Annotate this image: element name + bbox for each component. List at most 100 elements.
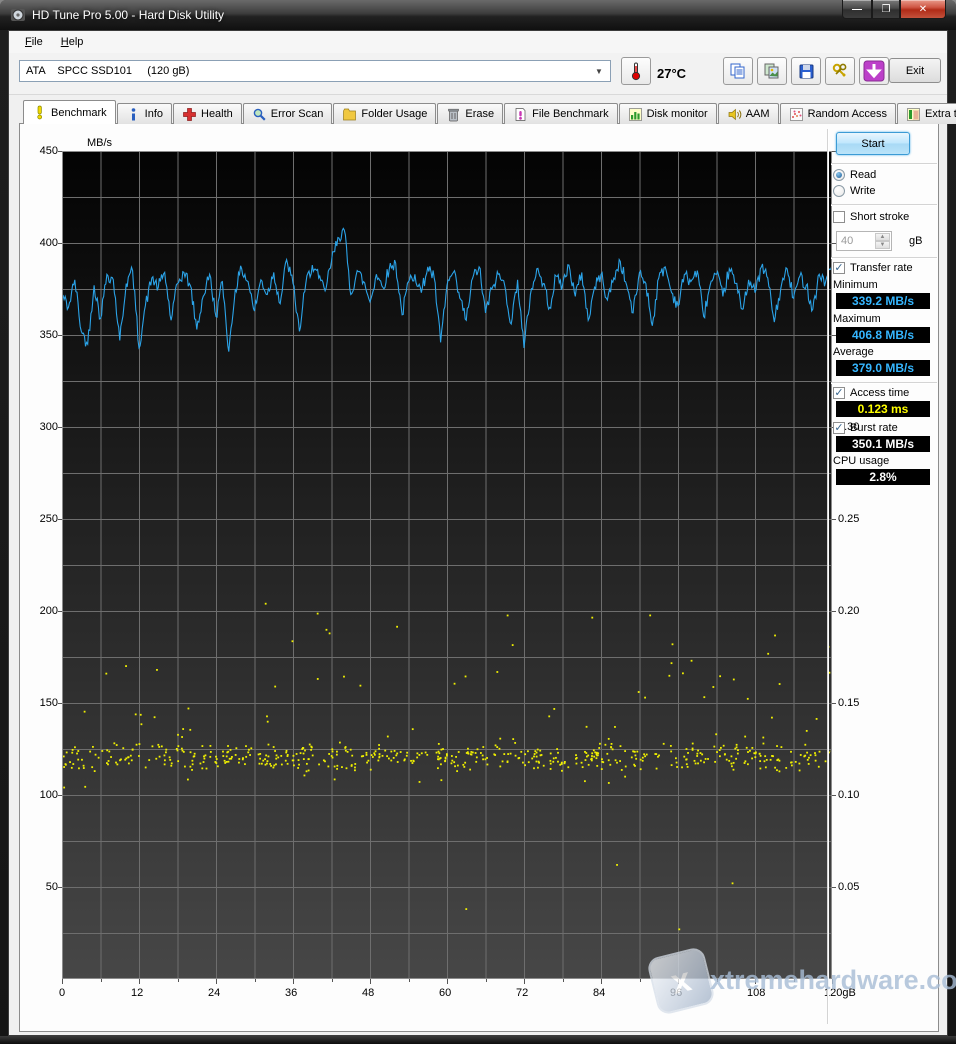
- update-button[interactable]: [859, 57, 889, 85]
- write-radio[interactable]: Write: [833, 185, 875, 197]
- folder-usage-icon: [342, 107, 357, 122]
- tab-folder-usage[interactable]: Folder Usage: [333, 103, 436, 124]
- tab-label: AAM: [746, 108, 770, 120]
- x-tick-label: 36: [285, 987, 297, 999]
- tab-aam[interactable]: AAM: [718, 103, 779, 124]
- watermark-text: xtremehardware.com: [710, 965, 956, 996]
- temperature-button[interactable]: [621, 57, 651, 85]
- burst-rate-checkbox[interactable]: ✓ Burst rate: [833, 422, 898, 434]
- axis-tick: [601, 979, 602, 984]
- menu-help[interactable]: Help: [53, 33, 92, 51]
- axis-tick: [370, 979, 371, 984]
- save-icon: [798, 63, 815, 80]
- axis-tick: [58, 887, 62, 888]
- y-left-tick-label: 400: [34, 237, 58, 249]
- copy-image-button[interactable]: [757, 57, 787, 85]
- tab-erase[interactable]: Erase: [437, 103, 503, 124]
- minimum-label: Minimum: [833, 279, 878, 291]
- tab-disk-monitor[interactable]: Disk monitor: [619, 103, 717, 124]
- checkbox-unchecked-icon: [833, 211, 845, 223]
- close-button[interactable]: ✕: [900, 0, 946, 19]
- copy-image-icon: [763, 62, 781, 80]
- read-radio[interactable]: Read: [833, 169, 876, 181]
- tab-label: Erase: [465, 108, 494, 120]
- tab-error-scan[interactable]: Error Scan: [243, 103, 333, 124]
- random-access-icon: [789, 107, 804, 122]
- tab-label: Info: [145, 108, 163, 120]
- axis-tick: [58, 703, 62, 704]
- axis-tick: [58, 611, 62, 612]
- axis-tick: [832, 611, 836, 612]
- tab-label: File Benchmark: [532, 108, 608, 120]
- y-right-tick-label: 0.15: [838, 697, 859, 709]
- info-icon: [126, 107, 141, 122]
- y-right-tick-label: 0.10: [838, 789, 859, 801]
- transfer-rate-checkbox[interactable]: ✓ Transfer rate: [833, 262, 913, 274]
- checkbox-checked-icon: ✓: [833, 387, 845, 399]
- axis-tick: [101, 979, 102, 982]
- separator: [831, 204, 937, 205]
- options-button[interactable]: [825, 57, 855, 85]
- cpu-usage-value: 2.8%: [836, 469, 930, 485]
- average-value-text: 379.0 MB/s: [852, 361, 914, 375]
- short-stroke-checkbox[interactable]: Short stroke: [833, 211, 909, 223]
- download-arrow-icon: [863, 60, 885, 82]
- tab-info[interactable]: Info: [117, 103, 172, 124]
- maximum-label: Maximum: [833, 313, 881, 325]
- drive-selector[interactable]: ATA SPCC SSD101 (120 gB) ▼: [19, 60, 611, 82]
- axis-tick: [563, 979, 564, 982]
- minimize-button[interactable]: —: [842, 0, 872, 19]
- axis-tick: [832, 519, 836, 520]
- save-button[interactable]: [791, 57, 821, 85]
- separator: [831, 163, 937, 164]
- options-icon: [831, 62, 849, 80]
- access-time-checkbox[interactable]: ✓ Access time: [833, 387, 909, 399]
- spinner-buttons[interactable]: ▲▼: [875, 233, 890, 249]
- axis-tick: [178, 979, 179, 982]
- burst-rate-label: Burst rate: [850, 422, 898, 434]
- tab-file-benchmark[interactable]: File Benchmark: [504, 103, 617, 124]
- benchmark-icon: [32, 105, 47, 120]
- tab-label: Health: [201, 108, 233, 120]
- y-left-tick-label: 350: [34, 329, 58, 341]
- exit-button[interactable]: Exit: [889, 58, 941, 83]
- checkbox-checked-icon: ✓: [833, 262, 845, 274]
- access-time-value-text: 0.123 ms: [858, 402, 909, 416]
- access-time-label: Access time: [850, 387, 909, 399]
- health-icon: [182, 107, 197, 122]
- tab-health[interactable]: Health: [173, 103, 242, 124]
- start-button[interactable]: Start: [836, 132, 910, 155]
- x-tick-label: 60: [439, 987, 451, 999]
- watermark-logo-glyph: x: [667, 960, 695, 1002]
- app-icon: [10, 7, 26, 23]
- y-left-tick-label: 100: [34, 789, 58, 801]
- axis-tick: [139, 979, 140, 984]
- tab-label: Extra tests: [925, 108, 956, 120]
- read-label: Read: [850, 169, 876, 181]
- tab-label: Random Access: [808, 108, 887, 120]
- axis-tick: [332, 979, 333, 982]
- y-right-tick-label: 0.20: [838, 605, 859, 617]
- thermometer-icon: [630, 61, 642, 81]
- y-right-tick-label: 0.05: [838, 881, 859, 893]
- tab-label: Error Scan: [271, 108, 324, 120]
- write-label: Write: [850, 185, 875, 197]
- minimum-value: 339.2 MB/s: [836, 293, 930, 309]
- axis-tick: [255, 979, 256, 982]
- axis-tick: [216, 979, 217, 984]
- menu-file[interactable]: File: [17, 33, 51, 51]
- tab-random-access[interactable]: Random Access: [780, 103, 896, 124]
- tab-label: Disk monitor: [647, 108, 708, 120]
- maximum-value: 406.8 MB/s: [836, 327, 930, 343]
- burst-rate-value-text: 350.1 MB/s: [852, 437, 914, 451]
- y-left-tick-label: 300: [34, 421, 58, 433]
- tab-benchmark[interactable]: Benchmark: [23, 100, 116, 124]
- tab-extra-tests[interactable]: Extra tests: [897, 103, 956, 124]
- x-tick-label: 84: [593, 987, 605, 999]
- cpu-usage-value-text: 2.8%: [869, 470, 896, 484]
- copy-text-button[interactable]: [723, 57, 753, 85]
- x-tick-label: 24: [208, 987, 220, 999]
- maximize-button[interactable]: ❐: [872, 0, 900, 19]
- axis-tick: [58, 335, 62, 336]
- short-stroke-size-input[interactable]: 40 ▲▼: [836, 231, 892, 251]
